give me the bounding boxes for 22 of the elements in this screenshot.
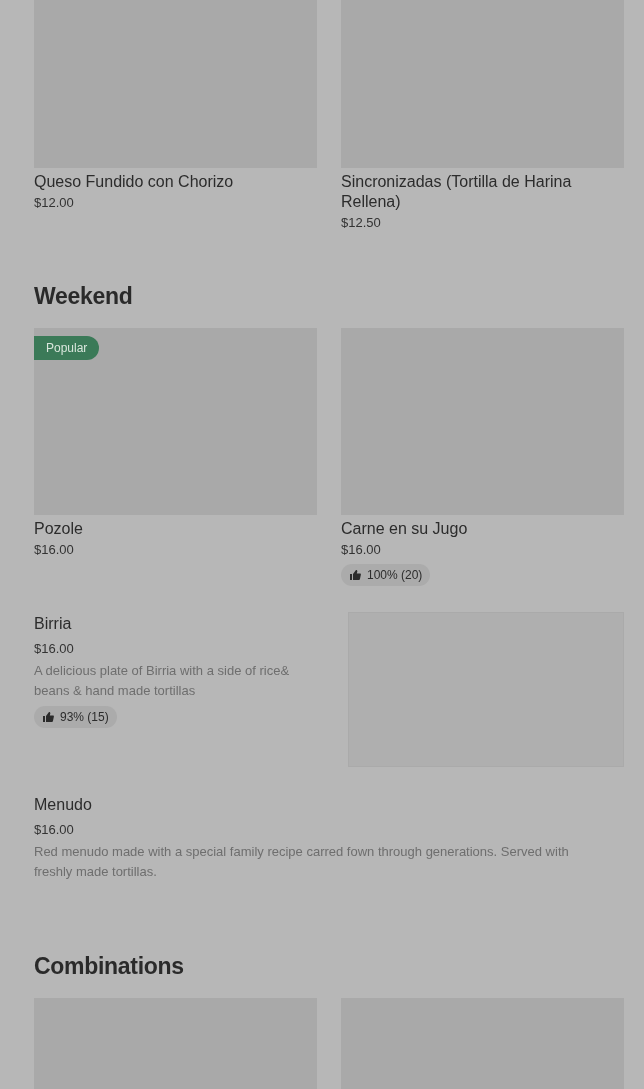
item-price: $16.00: [34, 640, 75, 658]
item-description: Red menudo made with a special family recipe carred fown through generations. Served with freshly made tortillas.: [34, 843, 570, 881]
section-heading: Combinations: [34, 952, 185, 980]
item-price: $16.00: [341, 541, 382, 559]
item-name[interactable]: Sincronizadas (Tortilla de Harina Rellena): [341, 172, 611, 212]
item-price: $12.00: [34, 194, 75, 212]
item-name[interactable]: Birria: [34, 614, 304, 634]
item-name[interactable]: Pozole: [34, 519, 304, 539]
item-name[interactable]: Queso Fundido con Chorizo: [34, 172, 304, 192]
thumbs-up-icon: [349, 569, 361, 581]
item-description: A delicious plate of Birria with a side of rice& beans & hand made tortillas: [34, 662, 291, 700]
item-price: $12.50: [341, 214, 382, 232]
popular-badge: Popular: [34, 336, 100, 360]
image-placeholder[interactable]: Popular: [34, 328, 317, 515]
rating-pill: 100% (20): [341, 564, 431, 586]
item-price: $16.00: [34, 821, 75, 839]
item-price: $16.00: [34, 541, 75, 559]
thumbs-up-icon: [42, 711, 54, 723]
item-name[interactable]: Menudo: [34, 795, 304, 815]
section-heading: Weekend: [34, 282, 134, 310]
item-name[interactable]: Carne en su Jugo: [341, 519, 611, 539]
rating-pill: 93% (15): [34, 706, 117, 728]
